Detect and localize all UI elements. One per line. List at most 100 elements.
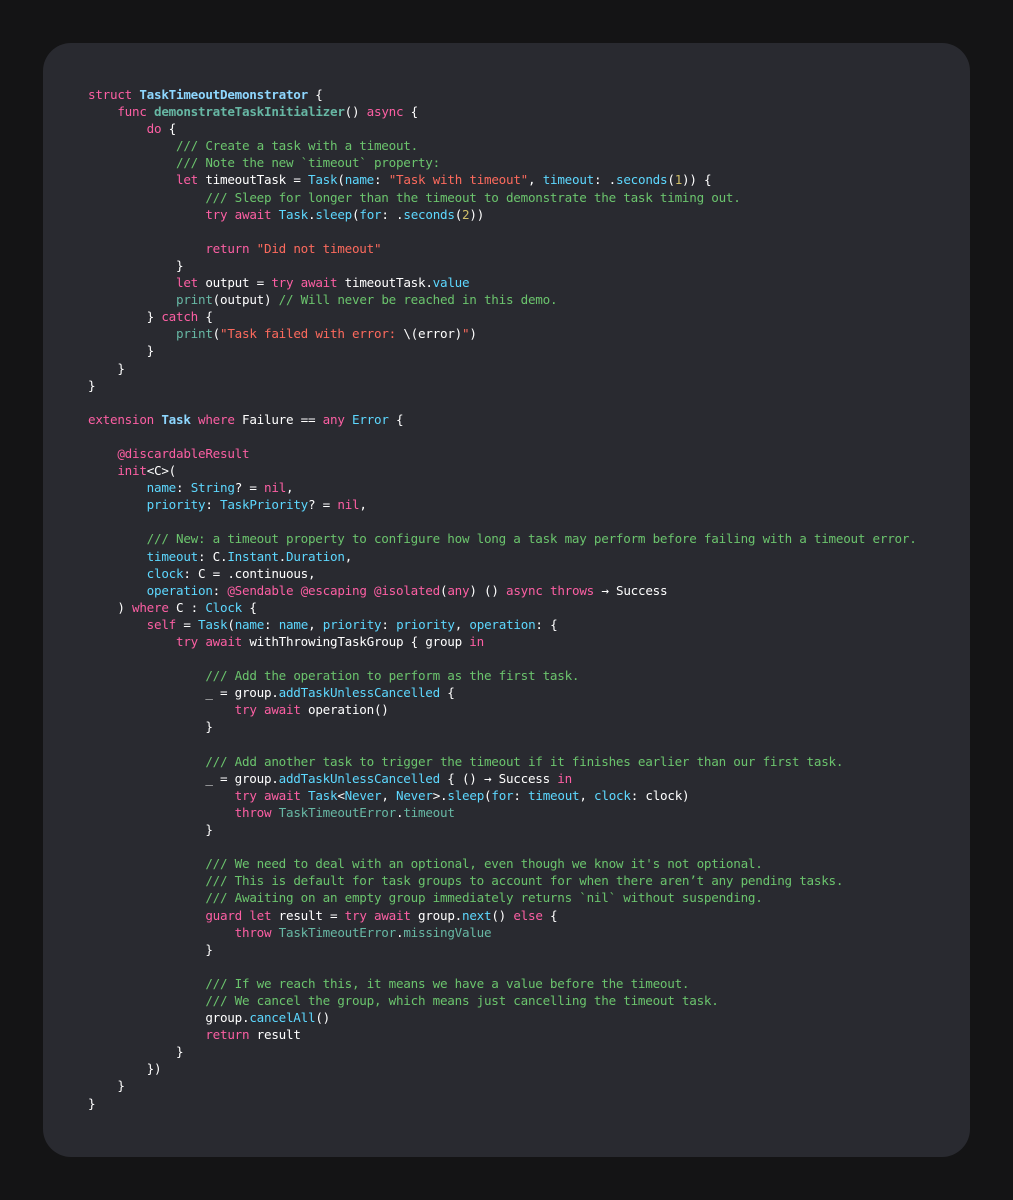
code-token-kw: @Sendable @escaping @isolated [227, 582, 440, 598]
code-token-plain: output = [205, 275, 272, 291]
code-window: struct TaskTimeoutDemonstrator { func de… [43, 43, 970, 1157]
code-token-plain: { () → Success [439, 770, 558, 786]
code-token-plain: ( [227, 616, 235, 632]
code-line: priority: TaskPriority? = nil, [88, 496, 917, 513]
code-token-prop: for [359, 206, 382, 222]
code-token-kw: where [132, 599, 176, 615]
code-token-type: Instant [227, 548, 279, 564]
code-token-plain: : [374, 172, 389, 188]
code-token-plain: : { [535, 616, 558, 632]
code-token-fdecl: demonstrateTaskInitializer [154, 104, 345, 120]
code-line: } [88, 377, 917, 394]
code-token-prop: name [146, 480, 177, 496]
code-token-prop: seconds [403, 206, 455, 222]
code-token-plain: () [315, 1010, 330, 1026]
code-line: } [88, 941, 917, 958]
code-token-prop: timeout [528, 787, 580, 803]
code-token-plain: , [454, 616, 470, 632]
code-token-prop: priority [322, 616, 382, 632]
code-token-prop: addTaskUnlessCancelled [278, 685, 441, 701]
code-token-kw: try await [234, 787, 308, 803]
code-token-plain: : C. [198, 548, 228, 564]
code-token-kw: guard let [205, 907, 279, 923]
code-token-kw: do [146, 121, 162, 137]
code-line: throw TaskTimeoutError.missingValue [88, 924, 917, 941]
code-token-plain: ? = [308, 497, 338, 513]
code-token-plain: . [278, 548, 287, 564]
code-token-kw: let [176, 172, 206, 188]
code-token-prop: next [461, 907, 492, 923]
code-token-type: Task [308, 172, 338, 188]
code-token-plain: : . [594, 172, 617, 188]
code-token-plain: } [88, 360, 125, 376]
code-token-plain: }) [88, 1061, 162, 1077]
code-token-plain: ( [454, 206, 463, 222]
code-token-plain: timeoutTask = [205, 172, 308, 188]
code-line: /// Create a task with a timeout. [88, 137, 917, 154]
code-token-plain: } [88, 822, 213, 838]
code-token-plain: } [88, 257, 184, 273]
code-token-plain: : . [381, 206, 404, 222]
code-token-plain: >. [432, 787, 448, 803]
code-token-type: Task [278, 206, 309, 222]
code-line: extension Task where Failure == any Erro… [88, 411, 917, 428]
code-token-plain: timeoutTask. [344, 275, 433, 291]
code-token-plain: → Success [594, 582, 668, 598]
code-token-num: 1 [674, 172, 683, 188]
code-token-kw: in [469, 634, 484, 649]
code-line: throw TaskTimeoutError.timeout [88, 804, 917, 821]
code-line: } [88, 821, 917, 838]
code-token-kw: func [117, 104, 155, 120]
code-token-kw: extension [88, 411, 162, 427]
code-token-plain: _ = group. [88, 770, 279, 786]
code-line: }) [88, 1060, 917, 1077]
code-token-tdecl: Task [161, 411, 198, 427]
code-line: init<C>( [88, 462, 917, 479]
code-token-prop: timeout [146, 548, 199, 564]
code-token-prop: for [491, 787, 514, 803]
code-token-plain: (output) [212, 292, 279, 308]
code-line: /// We cancel the group, which means jus… [88, 992, 917, 1009]
code-line: /// Awaiting on an empty group immediate… [88, 889, 917, 906]
code-token-plain: <C>( [146, 463, 177, 479]
code-token-doc: /// Create a task with a timeout. [176, 138, 418, 154]
code-token-plain: ( [667, 172, 675, 188]
code-token-kw: struct [88, 87, 140, 102]
code-token-doc: /// Awaiting on an empty group immediate… [205, 890, 763, 906]
code-token-plain: group. [417, 907, 462, 923]
code-token-plain: ) [88, 599, 132, 615]
code-token-doc: /// Note the new `timeout` property: [176, 155, 440, 171]
code-token-prop: name [278, 616, 309, 632]
code-token-plain: } [88, 377, 96, 393]
code-token-prop: name [234, 616, 265, 632]
code-token-plain: () [491, 907, 514, 923]
code-token-prop: name [344, 172, 375, 188]
code-token-prop: clock [146, 565, 184, 581]
code-line: do { [88, 120, 917, 137]
code-token-plain: { [161, 121, 177, 137]
code-token-doc: /// If we reach this, it means we have a… [205, 975, 690, 991]
code-token-prop: seconds [616, 172, 668, 188]
code-line: return "Did not timeout" [88, 240, 917, 257]
code-token-prop: cancelAll [249, 1010, 316, 1026]
code-line: } [88, 718, 917, 735]
code-line: guard let result = try await group.next(… [88, 907, 917, 924]
code-token-plain: ) () [469, 582, 506, 598]
code-token-fn: TaskTimeoutError [278, 804, 397, 820]
code-line: } [88, 1077, 917, 1094]
code-line: /// If we reach this, it means we have a… [88, 975, 917, 992]
code-token-plain: () [344, 104, 367, 120]
code-token-plain: ? = [234, 480, 265, 496]
